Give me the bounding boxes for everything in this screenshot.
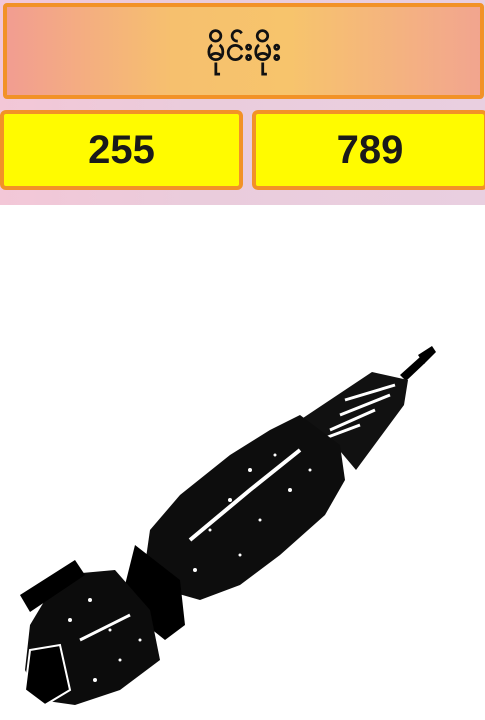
tip-rod — [400, 357, 425, 381]
header-band: မိုင်းမိုး 255 789 — [0, 0, 485, 205]
title-banner: မိုင်းမိုး — [3, 3, 484, 99]
number-box-right[interactable]: 789 — [252, 110, 485, 190]
number-box-left[interactable]: 255 — [0, 110, 243, 190]
projectile-illustration — [20, 346, 436, 707]
main-body — [145, 415, 345, 600]
number-left: 255 — [88, 127, 155, 172]
number-right: 789 — [336, 127, 404, 172]
page-title: မိုင်းမိုး — [206, 28, 281, 69]
